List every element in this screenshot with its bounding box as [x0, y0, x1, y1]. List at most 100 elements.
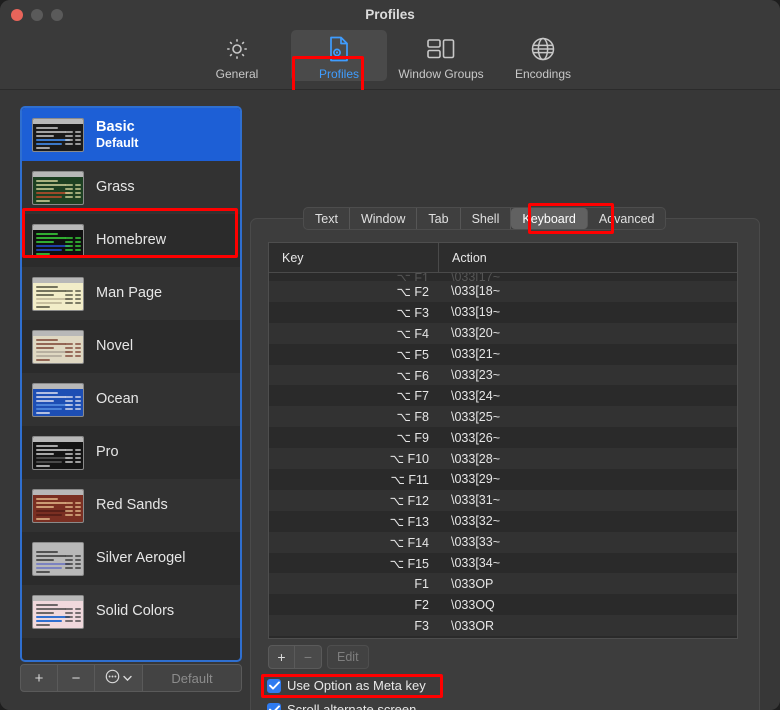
cell-key: ⌥ F15: [389, 556, 429, 571]
profile-thumbnail: [32, 170, 84, 205]
profile-name: Red Sands: [96, 497, 168, 514]
edit-key-button[interactable]: Edit: [327, 645, 369, 669]
tab-keyboard[interactable]: Keyboard: [511, 208, 588, 229]
profile-list-item[interactable]: Red Sands: [22, 479, 240, 532]
profile-name: Grass: [96, 179, 135, 196]
tab-shell[interactable]: Shell: [461, 208, 512, 229]
table-row[interactable]: ⌥ F1 \033[17~: [269, 273, 737, 281]
profile-thumbnail: [32, 435, 84, 470]
table-row[interactable]: F2 \033OQ: [269, 594, 737, 616]
cell-action: \033[26~: [451, 430, 501, 445]
profile-name: Homebrew: [96, 232, 167, 249]
tab-advanced[interactable]: Advanced: [588, 208, 666, 229]
table-row[interactable]: ⌥ F11 \033[29~: [269, 469, 737, 490]
profile-thumbnail: [32, 329, 84, 364]
table-row[interactable]: ⌥ F10 \033[28~: [269, 448, 737, 470]
cell-action: \033[19~: [451, 305, 501, 320]
option-row-scroll-alternate-screen[interactable]: Scroll alternate screen: [267, 702, 416, 710]
toolbar-item-profiles[interactable]: Profiles: [291, 30, 387, 81]
table-row[interactable]: ⌥ F6 \033[23~: [269, 364, 737, 386]
toolbar-item-window-groups[interactable]: Window Groups: [393, 30, 489, 81]
table-row[interactable]: F3 \033OR: [269, 615, 737, 637]
add-key-button[interactable]: +: [268, 645, 295, 669]
profile-list-item[interactable]: Ocean: [22, 373, 240, 426]
title-bar: Profiles: [0, 0, 780, 30]
window-title: Profiles: [365, 7, 415, 22]
table-row[interactable]: ⌥ F7 \033[24~: [269, 385, 737, 407]
table-row[interactable]: ⌥ F8 \033[25~: [269, 406, 737, 428]
table-row[interactable]: ⌥ F15 \033[34~: [269, 552, 737, 574]
profile-thumbnail: [32, 594, 84, 629]
profile-list-item[interactable]: Homebrew: [22, 214, 240, 267]
option-row-use-option-as-meta-key[interactable]: Use Option as Meta key: [267, 678, 426, 693]
cell-key: ⌥ F13: [389, 514, 429, 529]
cell-key: F2: [414, 597, 429, 612]
label-scroll-alternate-screen: Scroll alternate screen: [287, 702, 417, 710]
cell-key: ⌥ F7: [396, 389, 429, 404]
preferences-toolbar: General Profiles Window Groups Encodings: [0, 30, 780, 116]
toolbar-item-encodings[interactable]: Encodings: [495, 30, 591, 81]
settings-tab-bar: Text Window Tab Shell Keyboard Advanced: [303, 207, 667, 230]
toolbar-label-window-groups: Window Groups: [398, 67, 484, 81]
table-header: Key Action: [269, 243, 737, 273]
table-row[interactable]: ⌥ F5 \033[21~: [269, 343, 737, 365]
remove-profile-button[interactable]: −: [58, 665, 95, 691]
add-profile-button[interactable]: +: [21, 665, 58, 691]
profile-list-item[interactable]: Solid Colors: [22, 585, 240, 638]
key-action-table[interactable]: Key Action ⌥ F1 \033[17~ ⌥ F2 \033[18~ ⌥ F3 \…: [268, 242, 738, 639]
profile-name: Basic: [96, 118, 135, 135]
checkbox-use-option-as-meta-key[interactable]: [267, 678, 281, 693]
tab-text[interactable]: Text: [304, 208, 350, 229]
profile-list-item[interactable]: Pro: [22, 426, 240, 479]
cell-action: \033[18~: [451, 284, 501, 299]
table-row[interactable]: ⌥ F3 \033[19~: [269, 301, 737, 323]
toolbar-item-general[interactable]: General: [189, 30, 285, 81]
profile-list-item[interactable]: Novel: [22, 320, 240, 373]
remove-key-button[interactable]: −: [295, 645, 322, 669]
sidebar-button-bar: + − Default: [20, 664, 242, 692]
table-row[interactable]: ⌥ F2 \033[18~: [269, 281, 737, 302]
table-row[interactable]: F4\033OS: [269, 636, 737, 638]
cell-action: \033[33~: [451, 535, 501, 550]
table-row[interactable]: ⌥ F4 \033[20~: [269, 322, 737, 344]
cell-key: ⌥ F12: [389, 493, 429, 508]
cell-action: \033[20~: [451, 326, 501, 341]
checkbox-scroll-alternate-screen[interactable]: [267, 702, 281, 710]
profile-thumbnail: [32, 541, 84, 576]
profile-name: Novel: [96, 338, 134, 355]
cell-action: \033[21~: [451, 347, 501, 362]
toolbar-label-general: General: [215, 67, 259, 81]
cell-key: ⌥ F2: [396, 284, 429, 299]
cell-action: \033[28~: [451, 451, 501, 466]
profile-list-item[interactable]: Grass: [22, 161, 240, 214]
table-row[interactable]: ⌥ F13 \033[32~: [269, 510, 737, 532]
set-default-profile-button[interactable]: Default: [143, 665, 241, 691]
label-use-option-as-meta-key: Use Option as Meta key: [287, 678, 426, 693]
table-row[interactable]: ⌥ F9 \033[26~: [269, 427, 737, 449]
profile-thumbnail: [32, 276, 84, 311]
cell-action: \033[29~: [451, 472, 501, 487]
cell-action: \033OP: [451, 576, 494, 591]
profile-thumbnail: [32, 488, 84, 523]
table-row[interactable]: ⌥ F14 \033[33~: [269, 531, 737, 553]
cell-action: \033[24~: [451, 388, 501, 403]
column-header-action[interactable]: Action: [439, 243, 737, 272]
profile-actions-button[interactable]: [95, 665, 143, 691]
column-header-key[interactable]: Key: [269, 243, 439, 272]
tab-window[interactable]: Window: [350, 208, 418, 229]
profile-list-item[interactable]: Silver Aerogel: [22, 532, 240, 585]
tab-tab[interactable]: Tab: [417, 208, 461, 229]
table-row[interactable]: ⌥ F12 \033[31~: [269, 489, 737, 511]
profile-default-badge: Default: [96, 135, 139, 150]
window-groups-icon: [426, 33, 456, 65]
document-gear-icon: [326, 33, 352, 65]
globe-icon: [530, 33, 556, 65]
cell-key: ⌥ F10: [389, 452, 429, 467]
profiles-sidebar[interactable]: Basic Default Grass Homebrew Man Page Novel Oc…: [20, 106, 242, 662]
table-row[interactable]: F1 \033OP: [269, 573, 737, 595]
profile-name: Man Page: [96, 285, 163, 302]
profile-list-item[interactable]: Basic Default: [22, 108, 240, 161]
profile-list-item[interactable]: Man Page: [22, 267, 240, 320]
profile-name: Silver Aerogel: [96, 550, 186, 567]
cell-key: ⌥ F11: [390, 472, 430, 487]
